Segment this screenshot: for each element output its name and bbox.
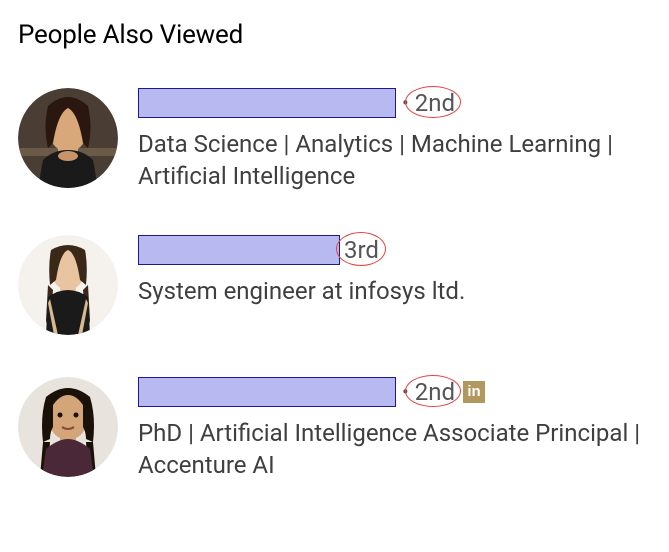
name-row: • 2nd in — [138, 377, 651, 407]
avatar-icon — [18, 88, 118, 188]
person-card[interactable]: • 2nd Data Science | Analytics | Machine… — [18, 88, 651, 193]
name-redacted — [138, 377, 396, 407]
linkedin-premium-icon: in — [463, 381, 485, 403]
name-row: 3rd — [138, 235, 651, 265]
name-row: • 2nd — [138, 88, 651, 118]
avatar-icon — [18, 235, 118, 335]
person-headline: System engineer at infosys ltd. — [138, 275, 651, 307]
section-title: People Also Viewed — [18, 20, 651, 50]
person-info: 3rd System engineer at infosys ltd. — [138, 235, 651, 307]
person-headline: Data Science | Analytics | Machine Learn… — [138, 128, 651, 193]
person-info: • 2nd Data Science | Analytics | Machine… — [138, 88, 651, 193]
people-list: • 2nd Data Science | Analytics | Machine… — [18, 88, 651, 482]
name-redacted — [138, 88, 396, 118]
person-card[interactable]: 3rd System engineer at infosys ltd. — [18, 235, 651, 335]
avatar[interactable] — [18, 235, 118, 335]
avatar[interactable] — [18, 377, 118, 477]
connection-degree: 3rd — [342, 236, 381, 264]
person-info: • 2nd in PhD | Artificial Intelligence A… — [138, 377, 651, 482]
connection-degree: 2nd — [413, 89, 457, 117]
connection-degree-wrap: 2nd — [413, 89, 457, 117]
connection-degree-wrap: 2nd — [413, 378, 457, 406]
avatar-icon — [18, 377, 118, 477]
connection-degree: 2nd — [413, 378, 457, 406]
connection-degree-wrap: 3rd — [342, 236, 381, 264]
separator-dot: • — [402, 91, 409, 115]
avatar[interactable] — [18, 88, 118, 188]
separator-dot: • — [402, 380, 409, 404]
person-card[interactable]: • 2nd in PhD | Artificial Intelligence A… — [18, 377, 651, 482]
person-headline: PhD | Artificial Intelligence Associate … — [138, 417, 651, 482]
name-redacted — [138, 235, 340, 265]
